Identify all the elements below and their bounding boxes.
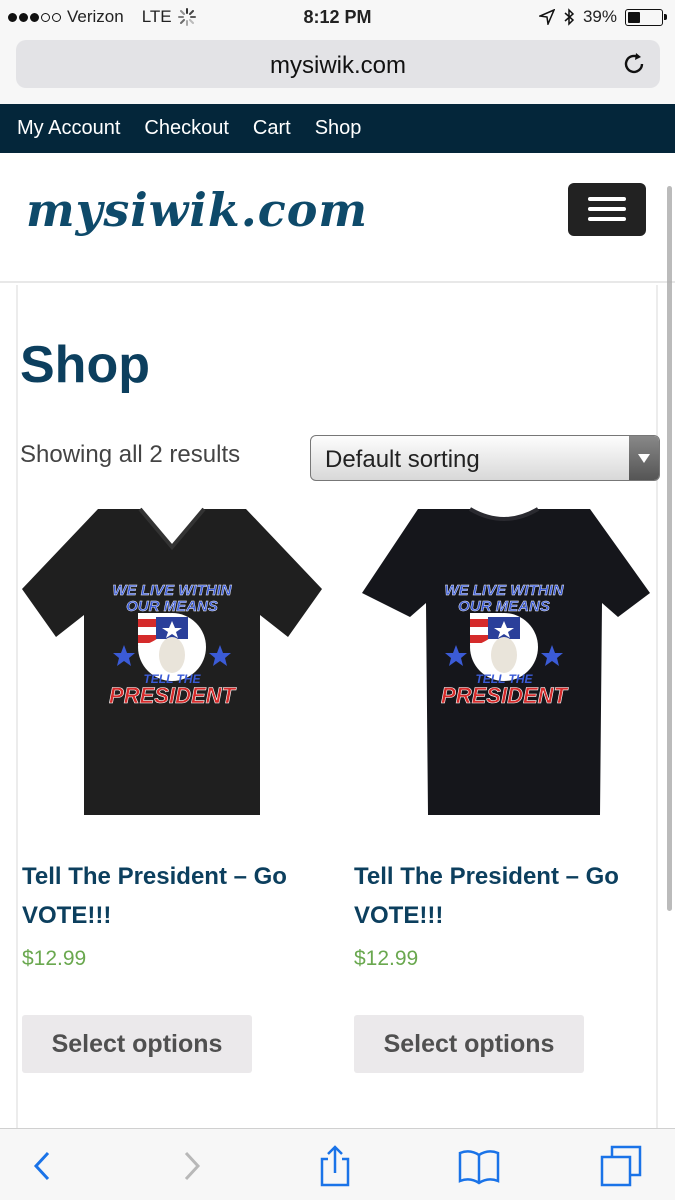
product-price: $12.99 — [22, 947, 87, 970]
sort-selected-value[interactable]: Default sorting — [325, 446, 480, 474]
forward-icon[interactable] — [170, 1145, 212, 1187]
scrollbar[interactable] — [667, 186, 672, 911]
nav-cart[interactable]: Cart — [253, 117, 291, 140]
print-line-4: PRESIDENT — [441, 683, 568, 708]
print-line-1: WE LIVE WITHIN — [112, 582, 232, 599]
print-line-4: PRESIDENT — [109, 683, 236, 708]
battery-percent: 39% — [582, 7, 617, 26]
select-options-button[interactable]: Select options — [354, 1015, 584, 1073]
product-card: WE LIVE WITHIN OUR MEANS TELL THE PRESID… — [352, 507, 656, 1073]
print-line-2: OUR MEANS — [126, 598, 218, 615]
status-right: 39% — [538, 7, 667, 27]
nav-shop[interactable]: Shop — [315, 117, 362, 140]
tabs-icon[interactable] — [600, 1145, 642, 1187]
browser-toolbar — [0, 1128, 675, 1200]
share-icon[interactable] — [314, 1145, 356, 1187]
product-title[interactable]: Tell The President – Go VOTE!!! — [22, 857, 322, 935]
nav-my-account[interactable]: My Account — [17, 117, 120, 140]
location-arrow-icon — [538, 9, 555, 25]
shop-content: Shop Showing all 2 results Default sorti… — [16, 285, 660, 1130]
result-count: Showing all 2 results — [20, 441, 241, 468]
site-header: mysiwik.com — [0, 153, 675, 283]
select-options-button[interactable]: Select options — [22, 1015, 252, 1073]
site-top-nav: My Account Checkout Cart Shop — [0, 104, 675, 153]
reload-icon[interactable] — [620, 50, 648, 78]
product-card: WE LIVE WITHIN OUR MEANS TELL THE PRESID… — [20, 507, 324, 1073]
tshirt-image[interactable]: WE LIVE WITHIN OUR MEANS TELL THE PRESID… — [20, 507, 324, 817]
print-line-1: WE LIVE WITHIN — [444, 582, 564, 599]
product-image[interactable]: WE LIVE WITHIN OUR MEANS TELL THE PRESID… — [352, 507, 656, 817]
hamburger-menu-button[interactable] — [568, 183, 646, 236]
site-logo[interactable]: mysiwik.com — [26, 183, 368, 237]
bookmarks-icon[interactable] — [458, 1145, 500, 1187]
sort-select[interactable]: Default sorting — [310, 435, 660, 481]
product-price: $12.99 — [354, 947, 419, 970]
battery-icon — [625, 8, 667, 26]
print-line-2: OUR MEANS — [458, 598, 550, 615]
tshirt-image[interactable]: WE LIVE WITHIN OUR MEANS TELL THE PRESID… — [352, 507, 656, 817]
back-icon[interactable] — [22, 1145, 64, 1187]
bluetooth-icon — [564, 8, 575, 26]
url-text[interactable]: mysiwik.com — [16, 52, 660, 80]
chevron-down-icon[interactable] — [629, 436, 659, 480]
nav-checkout[interactable]: Checkout — [144, 117, 229, 140]
browser-url-area: mysiwik.com — [0, 34, 675, 104]
product-title[interactable]: Tell The President – Go VOTE!!! — [354, 857, 654, 935]
page-title: Shop — [20, 336, 150, 394]
status-bar: Verizon LTE 8:12 PM 39% — [0, 0, 675, 34]
address-bar[interactable]: mysiwik.com — [16, 40, 660, 88]
product-image[interactable]: WE LIVE WITHIN OUR MEANS TELL THE PRESID… — [20, 507, 324, 817]
